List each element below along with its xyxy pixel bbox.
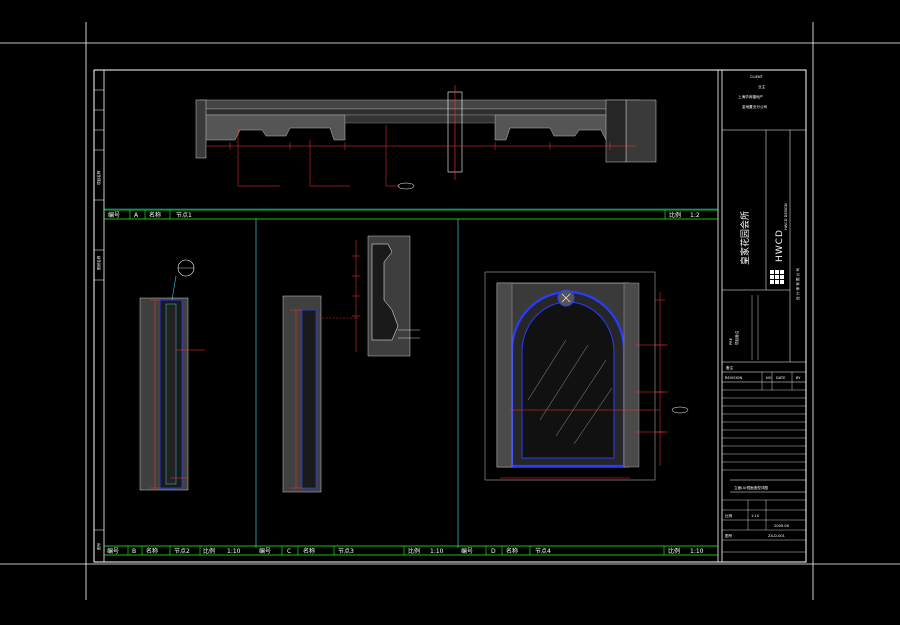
section-b-title-strip: 编号 B 名称 节点2 比例 1:10 (104, 545, 256, 556)
client-line-2: 金地置业分公司 (742, 104, 768, 109)
section-b-detail (139, 259, 205, 491)
drawing-no-label: 图号 (725, 533, 733, 538)
section-a-code-label: 编号 (108, 211, 120, 219)
revision-label: REVISION (725, 376, 742, 380)
cad-drawing-sheet: 项目名称 图纸名称 图号 编号 A 名称 节点1 比例 1:2 编号 B 名称 … (0, 22, 900, 600)
no-label: NO (766, 376, 772, 380)
section-c-scale-label: 比例 (408, 547, 420, 555)
section-d-scale: 1:10 (690, 548, 704, 555)
client-label: CLIENT (750, 75, 764, 79)
section-d-name-label: 名称 (506, 547, 518, 555)
by-label: BY (796, 376, 801, 380)
section-d-code-label: 编号 (461, 547, 473, 555)
section-c-name: 节点3 (338, 547, 354, 555)
client-line-1: 上海华润福地产 (738, 94, 764, 99)
section-c-title-strip: 编号 C 名称 节点3 比例 1:10 (256, 545, 458, 556)
section-a-plan (195, 85, 657, 190)
title-block: CLIENT 业主 上海华润福地产 金地置业分公司 皇家花园会所 HWCD HW… (722, 75, 806, 553)
section-a-scale-label: 比例 (669, 211, 681, 219)
section-a-code: A (134, 212, 139, 219)
project-name: 皇家花园会所 (739, 211, 751, 265)
section-c-name-label: 名称 (303, 547, 315, 555)
remark-value: 项目备注 (734, 330, 739, 345)
section-b-scale: 1:10 (227, 548, 241, 555)
left-margin: 项目名称 图纸名称 图号 (94, 89, 104, 550)
margin-label-drawing: 图纸名称 (96, 255, 101, 270)
elevation-caption: 立面(A)镜面造型详图 (734, 485, 768, 490)
section-a-scale: 1:2 (690, 212, 700, 219)
section-b-name: 节点2 (174, 547, 190, 555)
section-d-elevation (484, 271, 689, 481)
margin-label-number: 图号 (96, 542, 101, 550)
section-a-name: 节点1 (176, 211, 192, 219)
section-c-detail (282, 235, 420, 493)
date-label: DATE (776, 376, 786, 380)
section-c-code-label: 编号 (259, 547, 271, 555)
margin-label-project: 项目名称 (96, 170, 101, 185)
remarks-label: 备注 (726, 365, 734, 370)
client-value: 业主 (758, 84, 766, 89)
date-value: 2009.06 (774, 524, 790, 528)
section-a-name-label: 名称 (149, 211, 161, 219)
scale-value: 1:10 (751, 514, 760, 518)
section-d-name: 节点4 (535, 547, 551, 555)
hwcd-logo: HWCD HWCD DESIGN (770, 203, 788, 284)
section-a-title-strip: 编号 A 名称 节点1 比例 1:2 (104, 208, 718, 220)
remark-label: PRE (729, 337, 733, 345)
logo-subtext: HWCD DESIGN (784, 203, 788, 230)
section-d-code: D (491, 548, 496, 555)
elevation-caption-box: 立面(A)镜面造型详图 (730, 479, 806, 493)
section-b-code: B (132, 548, 136, 555)
section-c-code: C (287, 548, 291, 555)
section-d-scale-label: 比例 (668, 547, 680, 555)
section-b-code-label: 编号 (107, 547, 119, 555)
designer-vertical: 设 计 师 有 限 公 司 (795, 268, 800, 300)
section-b-name-label: 名称 (146, 547, 158, 555)
section-d-title-strip: 编号 D 名称 节点4 比例 1:10 (458, 545, 718, 556)
section-c-scale: 1:10 (430, 548, 444, 555)
drawing-no-value: ZX-D-001 (768, 534, 785, 538)
scale-label: 比例 (725, 513, 733, 518)
section-b-scale-label: 比例 (203, 547, 215, 555)
logo-text: HWCD (775, 229, 785, 262)
